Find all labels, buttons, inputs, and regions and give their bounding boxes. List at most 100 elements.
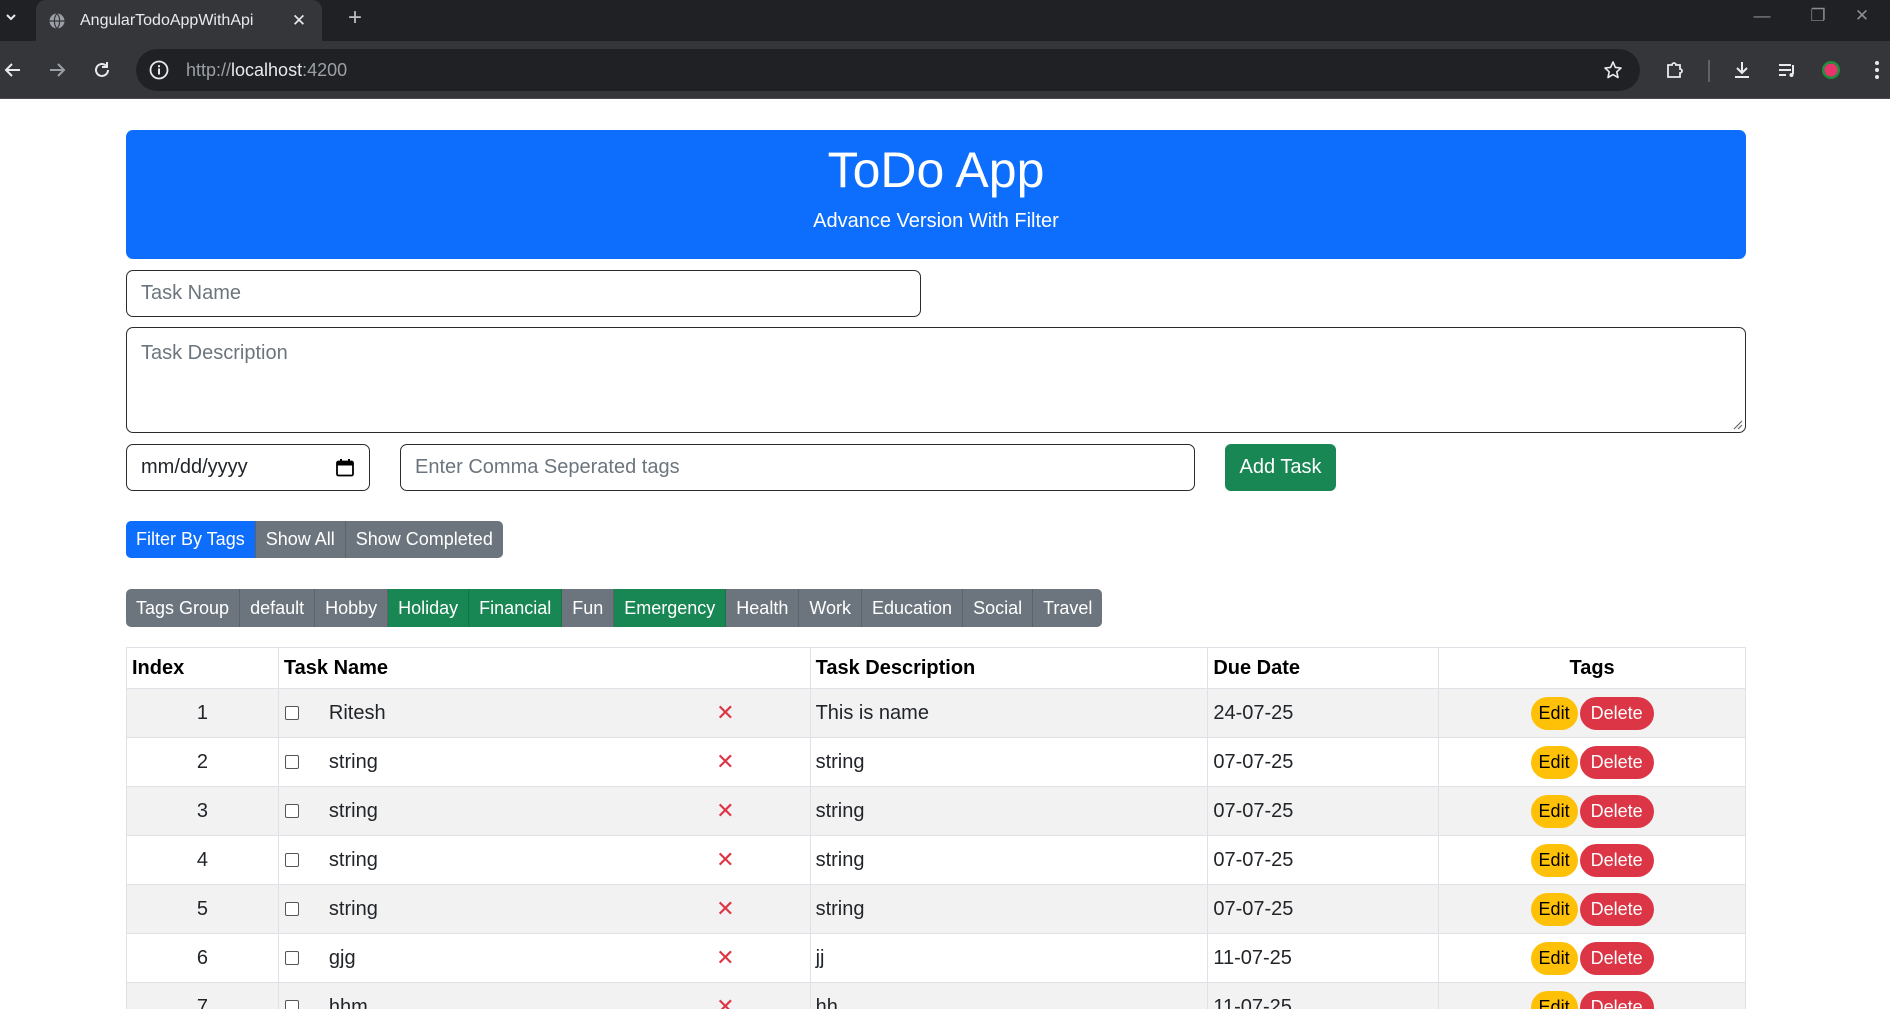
task-name: hhm	[328, 995, 368, 1009]
page-subtitle: Advance Version With Filter	[813, 210, 1059, 232]
extensions-puzzle-icon[interactable]	[1658, 53, 1692, 87]
row-task-name-cell: gjg ✕	[277, 933, 811, 983]
edit-button[interactable]: Edit	[1530, 892, 1578, 926]
tab-search-chevron-icon[interactable]	[0, 0, 22, 34]
tag-button-travel[interactable]: Travel	[1033, 589, 1103, 627]
tag-button-fun[interactable]: Fun	[562, 589, 615, 627]
edit-button[interactable]: Edit	[1530, 696, 1578, 730]
tag-button-financial[interactable]: Financial	[469, 589, 563, 627]
back-arrow-icon[interactable]	[0, 53, 30, 87]
edit-button[interactable]: Edit	[1530, 745, 1578, 779]
row-actions: Edit Delete	[1438, 688, 1746, 738]
task-complete-checkbox[interactable]	[284, 755, 299, 769]
task-due-date: 11-07-25	[1207, 933, 1440, 983]
delete-button[interactable]: Delete	[1579, 843, 1654, 877]
tag-button-social[interactable]: Social	[963, 589, 1034, 627]
table-row: 7 hhm ✕ hh 11-07-25 Edit Delete	[126, 982, 1746, 1009]
remove-x-icon[interactable]: ✕	[716, 749, 734, 775]
remove-x-icon[interactable]: ✕	[716, 896, 734, 922]
filter-by-tags-button[interactable]: Filter By Tags	[126, 521, 256, 558]
task-due-date: 24-07-25	[1207, 688, 1440, 738]
table-row: 6 gjg ✕ jj 11-07-25 Edit Delete	[126, 933, 1746, 983]
due-date-placeholder: mm/dd/yyyy	[141, 456, 248, 478]
delete-button[interactable]: Delete	[1579, 696, 1654, 730]
task-complete-checkbox[interactable]	[284, 853, 299, 867]
task-complete-checkbox[interactable]	[284, 706, 299, 720]
calendar-icon[interactable]	[335, 458, 355, 478]
tag-button-tags-group[interactable]: Tags Group	[126, 589, 241, 627]
row-index: 1	[126, 688, 279, 738]
toolbar-separator	[1708, 60, 1710, 82]
tag-button-work[interactable]: Work	[799, 589, 862, 627]
remove-x-icon[interactable]: ✕	[716, 700, 734, 726]
edit-button[interactable]: Edit	[1530, 990, 1578, 1009]
globe-icon	[49, 12, 65, 29]
task-due-date: 07-07-25	[1207, 737, 1440, 787]
task-due-date: 07-07-25	[1207, 884, 1440, 934]
new-tab-plus-icon[interactable]: +	[340, 4, 370, 34]
row-task-name-cell: string ✕	[277, 737, 811, 787]
delete-button[interactable]: Delete	[1579, 941, 1654, 975]
remove-x-icon[interactable]: ✕	[716, 847, 734, 873]
media-queue-icon[interactable]	[1770, 53, 1804, 87]
delete-button[interactable]: Delete	[1579, 990, 1654, 1009]
row-index: 6	[126, 933, 279, 983]
tag-button-emergency[interactable]: Emergency	[614, 589, 727, 627]
table-header-row: Index Task Name Task Description Due Dat…	[126, 647, 1746, 689]
task-complete-checkbox[interactable]	[284, 902, 299, 916]
remove-x-icon[interactable]: ✕	[716, 994, 734, 1009]
page-viewport: ToDo App Advance Version With Filter mm/…	[0, 100, 1890, 1009]
tab-title: AngularTodoAppWithApi	[80, 11, 254, 29]
task-complete-checkbox[interactable]	[284, 1000, 299, 1009]
edit-button[interactable]: Edit	[1530, 794, 1578, 828]
chrome-menu-kebab-icon[interactable]	[1860, 53, 1890, 87]
minimize-icon[interactable]: —	[1734, 0, 1790, 32]
tag-button-default[interactable]: default	[240, 589, 316, 627]
tag-button-education[interactable]: Education	[862, 589, 964, 627]
tag-button-health[interactable]: Health	[726, 589, 800, 627]
show-all-button[interactable]: Show All	[255, 521, 346, 558]
header-due-date: Due Date	[1207, 647, 1440, 689]
forward-arrow-icon[interactable]	[40, 53, 74, 87]
address-bar[interactable]: http://localhost:4200	[136, 49, 1640, 91]
row-actions: Edit Delete	[1438, 933, 1746, 983]
tab-close-icon[interactable]: ✕	[288, 11, 310, 31]
profile-avatar-icon[interactable]	[1814, 53, 1848, 87]
add-task-button[interactable]: Add Task	[1225, 444, 1336, 491]
task-complete-checkbox[interactable]	[284, 951, 299, 965]
row-actions: Edit Delete	[1438, 737, 1746, 787]
table-row: 2 string ✕ string 07-07-25 Edit Delete	[126, 737, 1746, 787]
row-actions: Edit Delete	[1438, 786, 1746, 836]
tag-button-hobby[interactable]: Hobby	[315, 589, 389, 627]
page-title: ToDo App	[827, 142, 1045, 198]
row-task-name-cell: string ✕	[277, 786, 811, 836]
remove-x-icon[interactable]: ✕	[716, 798, 734, 824]
table-row: 4 string ✕ string 07-07-25 Edit Delete	[126, 835, 1746, 885]
task-complete-checkbox[interactable]	[284, 804, 299, 818]
remove-x-icon[interactable]: ✕	[716, 945, 734, 971]
site-info-icon[interactable]	[148, 59, 170, 81]
download-icon[interactable]	[1725, 53, 1759, 87]
edit-button[interactable]: Edit	[1530, 941, 1578, 975]
task-name-input[interactable]	[126, 270, 921, 317]
url-text: http://localhost:4200	[186, 59, 348, 80]
bookmark-star-icon[interactable]	[1596, 53, 1630, 87]
task-name: Ritesh	[328, 701, 386, 724]
browser-tab-active[interactable]: AngularTodoAppWithApi ✕	[36, 0, 322, 41]
delete-button[interactable]: Delete	[1579, 892, 1654, 926]
tags-input[interactable]	[400, 444, 1195, 491]
delete-button[interactable]: Delete	[1579, 794, 1654, 828]
resize-grip-icon[interactable]	[1731, 418, 1743, 430]
task-name: string	[328, 799, 378, 822]
reload-icon[interactable]	[85, 53, 119, 87]
tag-button-holiday[interactable]: Holiday	[388, 589, 470, 627]
task-due-date: 07-07-25	[1207, 835, 1440, 885]
header-index: Index	[126, 647, 279, 689]
edit-button[interactable]: Edit	[1530, 843, 1578, 877]
show-completed-button[interactable]: Show Completed	[345, 521, 503, 558]
task-description-input[interactable]	[126, 327, 1746, 433]
window-close-icon[interactable]: ✕	[1834, 0, 1890, 32]
due-date-input[interactable]: mm/dd/yyyy	[126, 444, 370, 491]
row-task-name-cell: string ✕	[277, 884, 811, 934]
delete-button[interactable]: Delete	[1579, 745, 1654, 779]
